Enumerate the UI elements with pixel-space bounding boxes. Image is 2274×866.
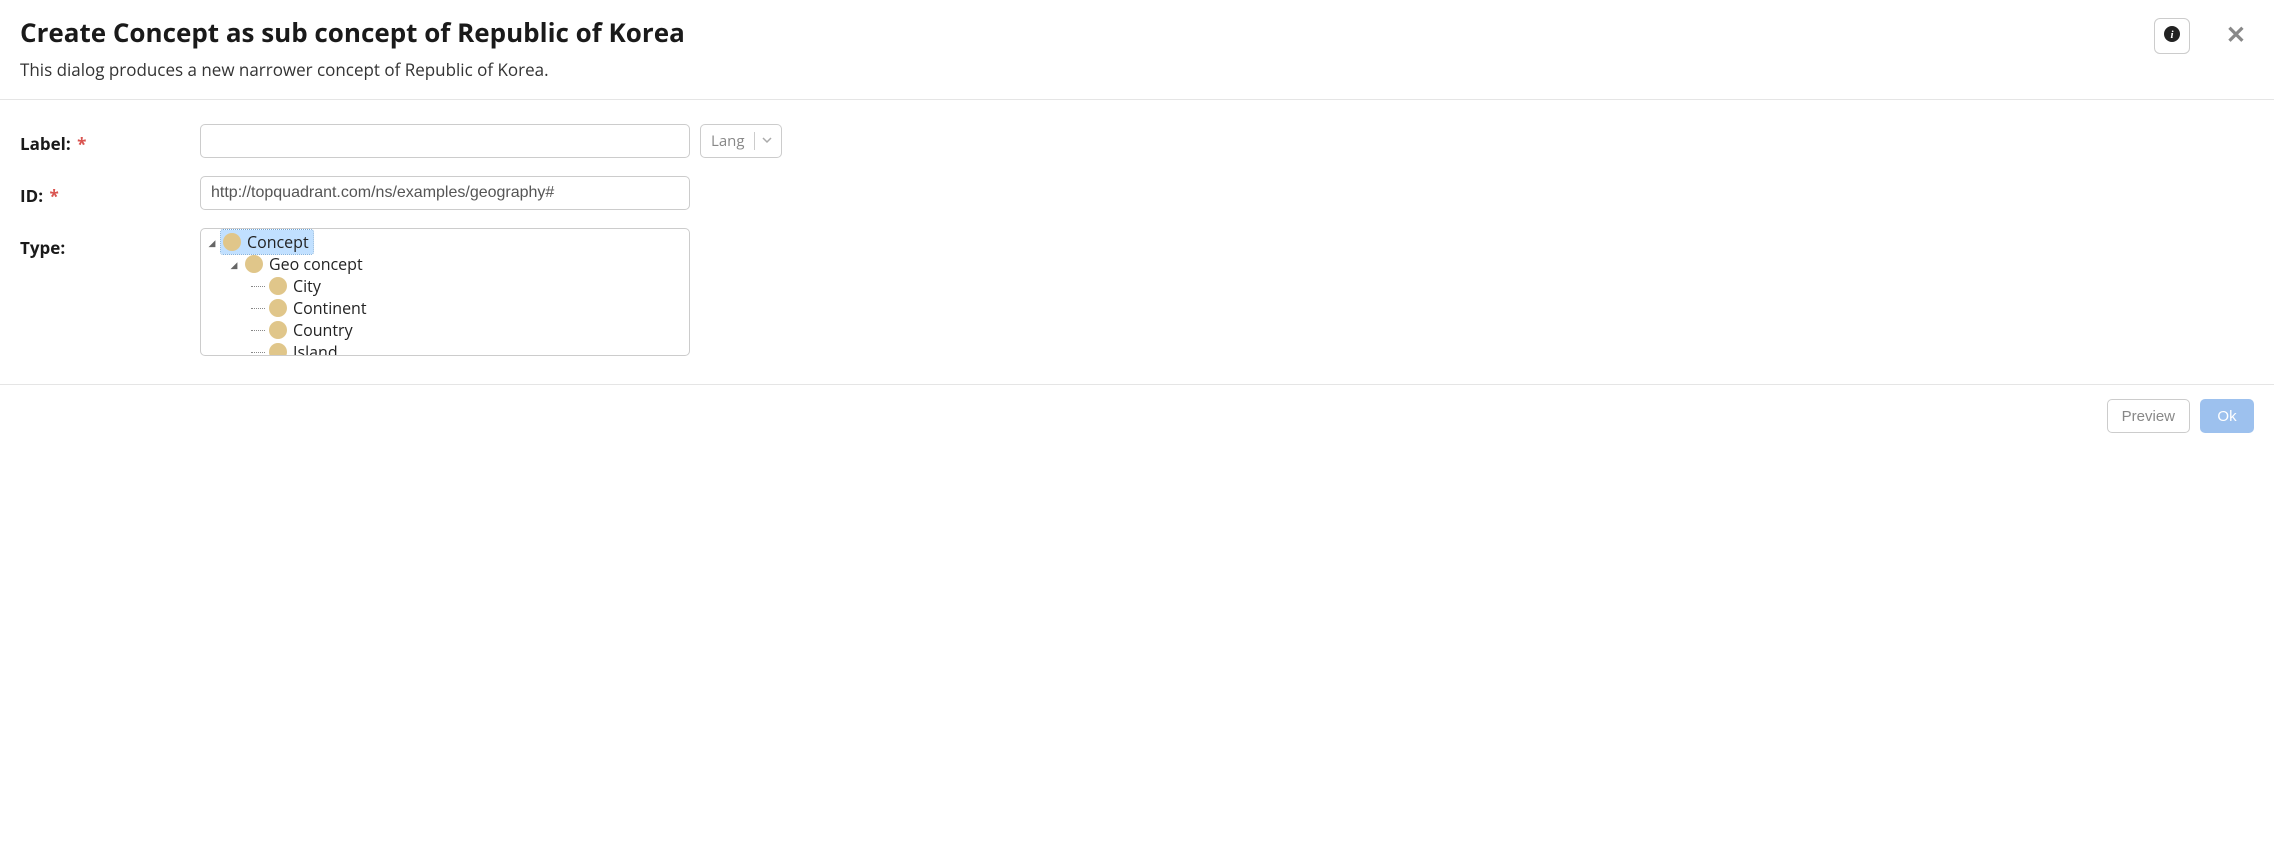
dialog-subtitle: This dialog produces a new narrower conc… bbox=[20, 58, 2154, 81]
type-controls: ◢ Concept ◢ Geo concept bbox=[200, 228, 690, 356]
chevron-down-icon bbox=[761, 132, 773, 151]
close-button[interactable]: ✕ bbox=[2218, 20, 2254, 52]
dialog-title: Create Concept as sub concept of Republi… bbox=[20, 14, 2154, 50]
tree-node-island[interactable]: Island bbox=[201, 341, 689, 356]
tree-label: Geo concept bbox=[269, 253, 363, 275]
concept-icon bbox=[269, 343, 287, 356]
concept-icon bbox=[269, 299, 287, 317]
info-button[interactable]: i bbox=[2154, 18, 2190, 54]
language-placeholder: Lang bbox=[711, 131, 748, 151]
id-input[interactable] bbox=[200, 176, 690, 210]
type-row: Type: ◢ Concept ◢ bbox=[20, 228, 2254, 356]
ok-button[interactable]: Ok bbox=[2200, 399, 2254, 433]
type-tree[interactable]: ◢ Concept ◢ Geo concept bbox=[200, 228, 690, 356]
header-actions: i ✕ bbox=[2154, 14, 2254, 54]
concept-icon bbox=[223, 233, 241, 251]
language-select[interactable]: Lang bbox=[700, 124, 782, 158]
tree-node-concept[interactable]: ◢ Concept bbox=[201, 231, 689, 253]
tree-node-city[interactable]: City bbox=[201, 275, 689, 297]
tree-label: Concept bbox=[247, 231, 309, 253]
label-required-mark: * bbox=[77, 132, 86, 155]
tree-node-country[interactable]: Country bbox=[201, 319, 689, 341]
header-text-block: Create Concept as sub concept of Republi… bbox=[20, 14, 2154, 81]
tree-node-continent[interactable]: Continent bbox=[201, 297, 689, 319]
dialog-body: Label: * Lang ID: * bbox=[0, 100, 2274, 384]
collapse-icon[interactable]: ◢ bbox=[207, 236, 217, 249]
info-icon: i bbox=[2164, 26, 2180, 47]
tree-label: Continent bbox=[293, 297, 367, 319]
concept-icon bbox=[269, 277, 287, 295]
label-caption-text: Label: bbox=[20, 132, 71, 155]
concept-icon bbox=[269, 321, 287, 339]
id-caption: ID: * bbox=[20, 176, 200, 207]
id-controls bbox=[200, 176, 690, 210]
create-concept-dialog: Create Concept as sub concept of Republi… bbox=[0, 0, 2274, 447]
dialog-header: Create Concept as sub concept of Republi… bbox=[0, 0, 2274, 100]
preview-button[interactable]: Preview bbox=[2107, 399, 2190, 433]
collapse-icon[interactable]: ◢ bbox=[229, 258, 239, 271]
language-divider bbox=[754, 132, 755, 150]
close-icon: ✕ bbox=[2226, 22, 2246, 49]
dialog-footer: Preview Ok bbox=[0, 384, 2274, 447]
tree-label: City bbox=[293, 275, 321, 297]
type-caption: Type: bbox=[20, 228, 200, 259]
id-required-mark: * bbox=[49, 184, 58, 207]
id-row: ID: * bbox=[20, 176, 2254, 210]
tree-label: Country bbox=[293, 319, 353, 341]
label-row: Label: * Lang bbox=[20, 124, 2254, 158]
id-caption-text: ID: bbox=[20, 184, 43, 207]
concept-icon bbox=[245, 255, 263, 273]
tree-node-geo-concept[interactable]: ◢ Geo concept bbox=[201, 253, 689, 275]
label-controls: Lang bbox=[200, 124, 782, 158]
tree-label: Island bbox=[293, 341, 338, 356]
label-input[interactable] bbox=[200, 124, 690, 158]
label-caption: Label: * bbox=[20, 124, 200, 155]
